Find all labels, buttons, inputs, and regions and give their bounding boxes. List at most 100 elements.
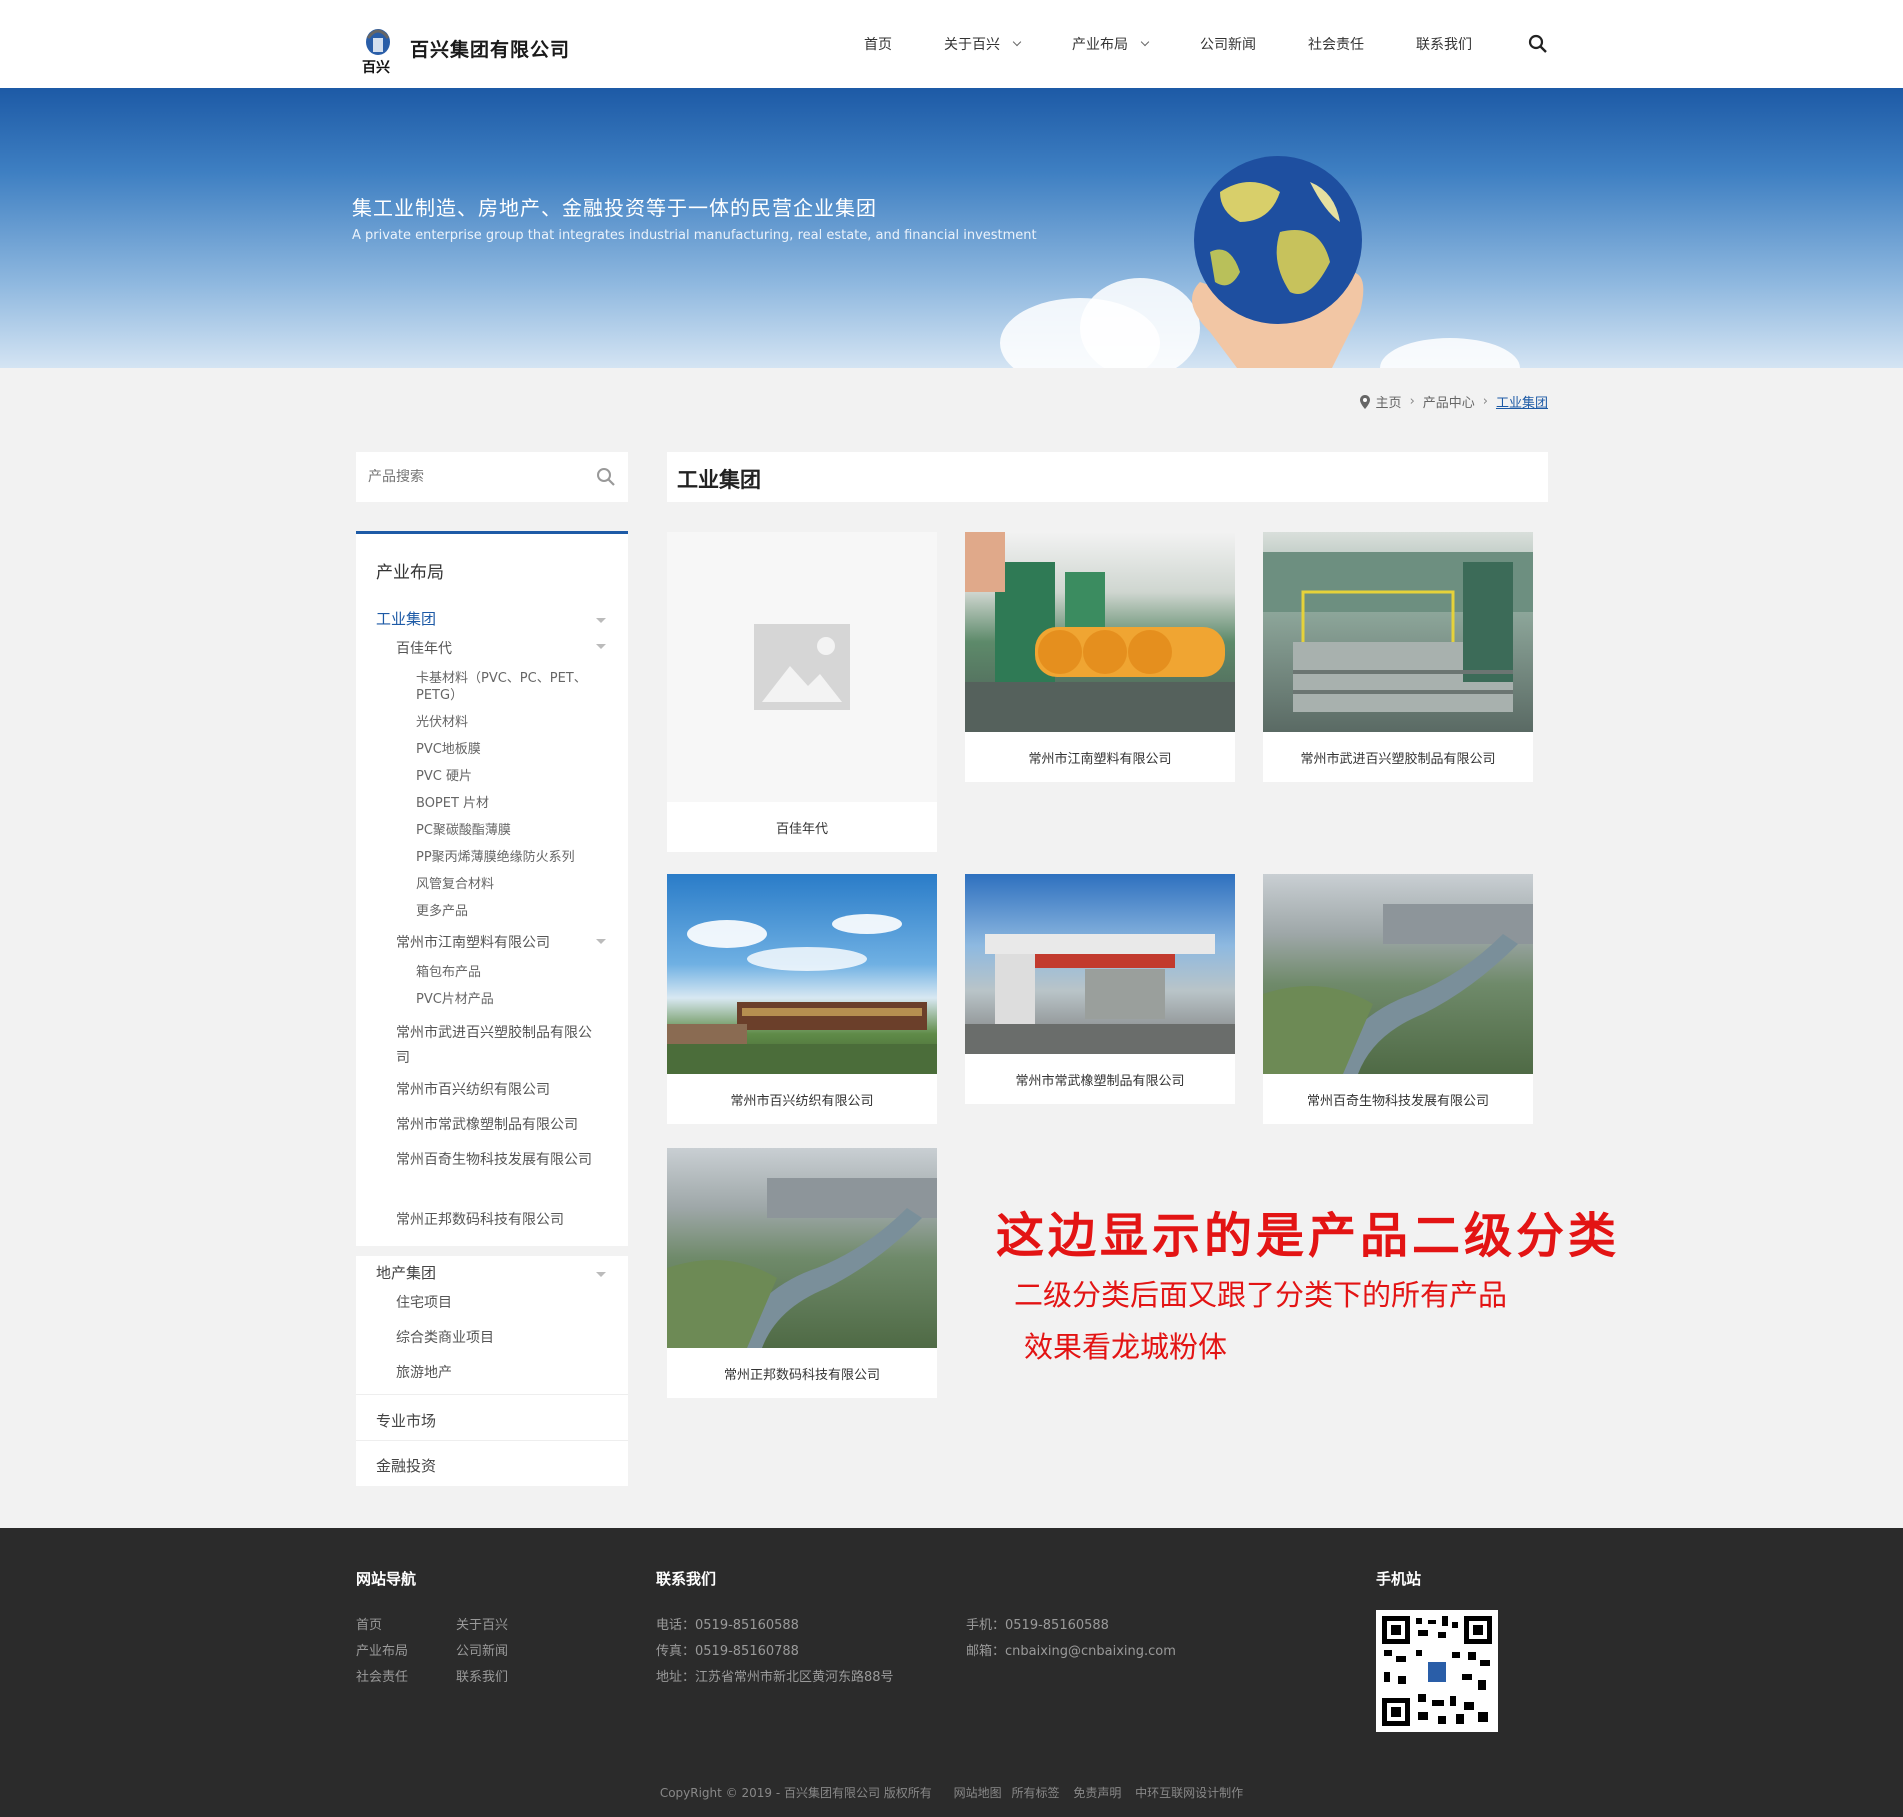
footer-bottom-link[interactable]: 所有标签 [1011, 1786, 1059, 1800]
breadcrumb-home[interactable]: 主页 [1376, 392, 1402, 411]
product-card[interactable]: 常州市江南塑料有限公司 [965, 532, 1235, 782]
sidebar-leaf[interactable]: 箱包布产品 [416, 964, 481, 981]
sidebar-sub-company[interactable]: 常州市武进百兴塑胶制品有限公司 [396, 1021, 596, 1071]
card-caption: 常州市常武橡塑制品有限公司 [1015, 1073, 1185, 1089]
qr-code-icon [1376, 1610, 1498, 1732]
site-header: 百兴 百兴集团有限公司 首页 关于百兴 产业布局 公司新闻 社会责任 联系我们 [0, 0, 1903, 88]
main-nav: 首页 关于百兴 产业布局 公司新闻 社会责任 联系我们 [864, 34, 1524, 54]
nav-about-label: 关于百兴 [944, 37, 1000, 53]
sidebar-sub-company[interactable]: 常州百奇生物科技发展有限公司 [396, 1148, 596, 1173]
copyright-text: CopyRight © 2019 - 百兴集团有限公司 版权所有 [659, 1786, 932, 1800]
product-card[interactable]: 百佳年代 [667, 532, 937, 852]
logo[interactable]: 百兴 百兴集团有限公司 [356, 18, 570, 78]
card-image [667, 532, 937, 802]
footer-link[interactable]: 社会责任 [356, 1666, 408, 1685]
caret-down-icon[interactable] [596, 939, 606, 944]
sidebar-leaf[interactable]: PC聚碳酸酯薄膜 [416, 822, 511, 839]
copyright-bar: CopyRight © 2019 - 百兴集团有限公司 版权所有 网站地图 所有… [0, 1784, 1903, 1801]
page-title: 工业集团 [667, 452, 1548, 502]
sidebar-sub-realestate[interactable]: 旅游地产 [396, 1362, 452, 1382]
sidebar-sub-realestate[interactable]: 综合类商业项目 [396, 1327, 494, 1347]
sidebar-leaf[interactable]: PVC 硬片 [416, 768, 472, 785]
footer-email[interactable]: 邮箱：cnbaixing@cnbaixing.com [966, 1640, 1176, 1659]
footer-link[interactable]: 首页 [356, 1614, 382, 1633]
nav-industry[interactable]: 产业布局 [1072, 34, 1150, 54]
category-sidebar: 产业布局 工业集团 百佳年代 卡基材料（PVC、PC、PET、PETG） 光伏材… [356, 531, 628, 1486]
product-card[interactable]: 常州市常武橡塑制品有限公司 [965, 874, 1235, 1104]
footer-bottom-link[interactable]: 免责声明 [1073, 1786, 1121, 1800]
breadcrumb-products[interactable]: 产品中心 [1423, 392, 1475, 411]
chevron-right-icon: › [1409, 394, 1415, 409]
nav-industry-label: 产业布局 [1072, 37, 1128, 53]
sidebar-leaf[interactable]: 卡基材料（PVC、PC、PET、PETG） [416, 670, 596, 704]
sidebar-item-realestate[interactable]: 地产集团 [376, 1262, 436, 1283]
sidebar-leaf[interactable]: 光伏材料 [416, 714, 468, 731]
caret-down-icon[interactable] [596, 618, 606, 623]
card-caption: 常州市江南塑料有限公司 [1028, 751, 1172, 767]
company-gate-photo [965, 934, 1235, 1054]
caret-down-icon[interactable] [596, 1272, 606, 1277]
chevron-down-icon [1140, 37, 1150, 47]
nav-csr[interactable]: 社会责任 [1308, 34, 1364, 54]
footer-nav-title: 网站导航 [356, 1570, 417, 1588]
caret-down-icon[interactable] [596, 644, 606, 649]
factory-machine-photo [965, 532, 1235, 732]
sidebar-leaf[interactable]: PP聚丙烯薄膜绝缘防火系列 [416, 849, 575, 866]
card-image [1263, 532, 1533, 732]
card-caption: 常州正邦数码科技有限公司 [723, 1367, 880, 1383]
nav-contact[interactable]: 联系我们 [1416, 34, 1472, 54]
annotation-line: 效果看龙城粉体 [1024, 1330, 1228, 1364]
footer-phone: 电话：0519-85160588 [656, 1618, 799, 1633]
sidebar-leaf[interactable]: PVC地板膜 [416, 741, 481, 758]
nav-home-label: 首页 [864, 37, 892, 53]
footer-contact-title: 联系我们 [656, 1570, 717, 1588]
search-icon[interactable] [1528, 34, 1548, 54]
sidebar-leaf[interactable]: BOPET 片材 [416, 795, 489, 812]
product-card[interactable]: 常州市百兴纺织有限公司 [667, 874, 937, 1124]
sidebar-divider [356, 1246, 628, 1256]
card-caption: 百佳年代 [775, 821, 828, 837]
annotation-heading: 这边显示的是产品二级分类 [996, 1208, 1621, 1264]
sidebar-leaf[interactable]: 更多产品 [416, 903, 468, 920]
globe-in-hand-illustration [1192, 156, 1364, 368]
footer-link[interactable]: 公司新闻 [456, 1640, 508, 1659]
sidebar-sub-baijia[interactable]: 百佳年代 [396, 638, 452, 658]
product-card[interactable]: 常州正邦数码科技有限公司 [667, 1148, 937, 1398]
footer-link[interactable]: 联系我们 [456, 1666, 508, 1685]
aerial-city-photo [667, 1178, 937, 1348]
breadcrumb-current[interactable]: 工业集团 [1496, 392, 1548, 411]
hero-banner: 集工业制造、房地产、金融投资等于一体的民营企业集团 A private ente… [0, 88, 1903, 368]
sidebar-leaf[interactable]: 风管复合材料 [416, 876, 494, 893]
card-caption: 常州百奇生物科技发展有限公司 [1306, 1093, 1489, 1109]
sidebar-item-industrial[interactable]: 工业集团 [376, 608, 436, 629]
sidebar-divider [356, 1394, 628, 1395]
product-search-input[interactable] [368, 469, 596, 485]
sidebar-divider [356, 1440, 628, 1441]
nav-home[interactable]: 首页 [864, 34, 892, 54]
footer-link[interactable]: 关于百兴 [456, 1614, 508, 1633]
footer-bottom-link[interactable]: 网站地图 [954, 1786, 1002, 1800]
sidebar-sub-company[interactable]: 常州市常武橡塑制品有限公司 [396, 1114, 578, 1134]
sidebar-item-finance[interactable]: 金融投资 [376, 1455, 436, 1476]
search-icon[interactable] [596, 467, 616, 487]
svg-text:百兴: 百兴 [362, 59, 390, 76]
sidebar-sub-company[interactable]: 常州市百兴纺织有限公司 [396, 1079, 550, 1099]
product-card[interactable]: 常州市武进百兴塑胶制品有限公司 [1263, 532, 1533, 782]
product-card[interactable]: 常州百奇生物科技发展有限公司 [1263, 874, 1533, 1124]
nav-news-label: 公司新闻 [1200, 37, 1256, 53]
sidebar-title: 产业布局 [376, 563, 444, 583]
footer-address: 地址：江苏省常州市新北区黄河东路88号 [656, 1670, 894, 1685]
footer-link[interactable]: 产业布局 [356, 1640, 408, 1659]
footer-bottom-link[interactable]: 中环互联网设计制作 [1135, 1786, 1243, 1800]
sidebar-sub-jiangnan[interactable]: 常州市江南塑料有限公司 [396, 932, 550, 952]
sidebar-sub-company[interactable]: 常州正邦数码科技有限公司 [396, 1209, 564, 1229]
sidebar-sub-realestate[interactable]: 住宅项目 [396, 1292, 452, 1312]
nav-about[interactable]: 关于百兴 [944, 34, 1022, 54]
nav-news[interactable]: 公司新闻 [1200, 34, 1256, 54]
company-logo-icon: 百兴 [362, 29, 390, 76]
chevron-down-icon [1012, 37, 1022, 47]
card-image [965, 532, 1235, 732]
sidebar-leaf[interactable]: PVC片材产品 [416, 991, 494, 1008]
sidebar-item-market[interactable]: 专业市场 [376, 1410, 436, 1431]
image-placeholder-icon [754, 624, 850, 710]
